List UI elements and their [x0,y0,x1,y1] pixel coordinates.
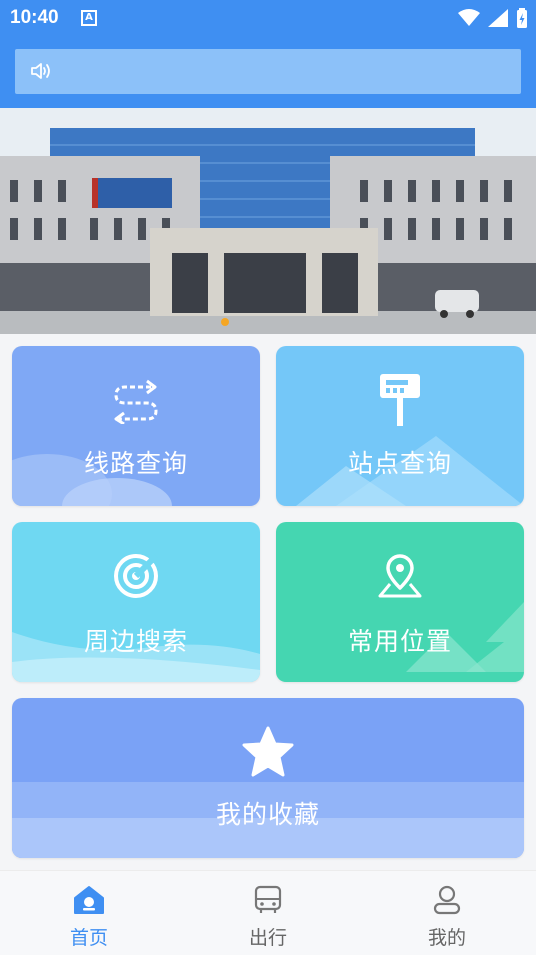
banner-carousel[interactable] [0,108,536,334]
wifi-icon [458,9,480,26]
nearby-search-tile[interactable]: 周边搜索 [12,522,260,682]
tab-travel[interactable]: 出行 [208,871,328,955]
route-arrows-icon [114,379,158,424]
favorites-tile[interactable]: 我的收藏 [12,698,524,858]
common-places-tile[interactable]: 常用位置 [276,522,524,682]
common-places-label: 常用位置 [347,627,452,656]
station-query-tile[interactable]: 站点查询 [276,346,524,506]
status-time: 10:40 [10,7,59,28]
tab-travel-label: 出行 [248,927,287,949]
a-icon: A [81,10,97,26]
header [0,36,536,108]
tab-home-label: 首页 [69,927,108,949]
status-bar: 10:40 A [0,0,536,36]
star-icon [242,726,294,777]
bottom-tab-bar: 首页 出行 我的 [0,870,536,955]
tree-decoration [406,602,524,672]
status-icons [458,7,528,29]
tab-mine-label: 我的 [427,927,466,949]
favorites-label: 我的收藏 [215,800,320,829]
radar-icon [114,553,159,598]
building-photo [0,108,536,334]
cloud-decoration [12,454,172,506]
carousel-indicator [221,318,229,326]
nearby-search-label: 周边搜索 [83,627,188,656]
bus-stop-sign-icon [380,374,420,426]
location-pin-icon [378,554,422,598]
notice-bar[interactable] [15,49,521,94]
route-query-label: 线路查询 [83,449,188,478]
station-query-label: 站点查询 [347,449,452,478]
user-icon [433,885,461,915]
bus-icon [254,885,282,913]
route-query-tile[interactable]: 线路查询 [12,346,260,506]
speaker-icon [31,63,50,79]
signal-icon [488,9,508,27]
battery-icon [517,8,527,28]
tab-mine[interactable]: 我的 [387,871,507,955]
tab-home[interactable]: 首页 [29,871,149,955]
wave-decoration [12,632,260,682]
home-icon [74,886,104,914]
